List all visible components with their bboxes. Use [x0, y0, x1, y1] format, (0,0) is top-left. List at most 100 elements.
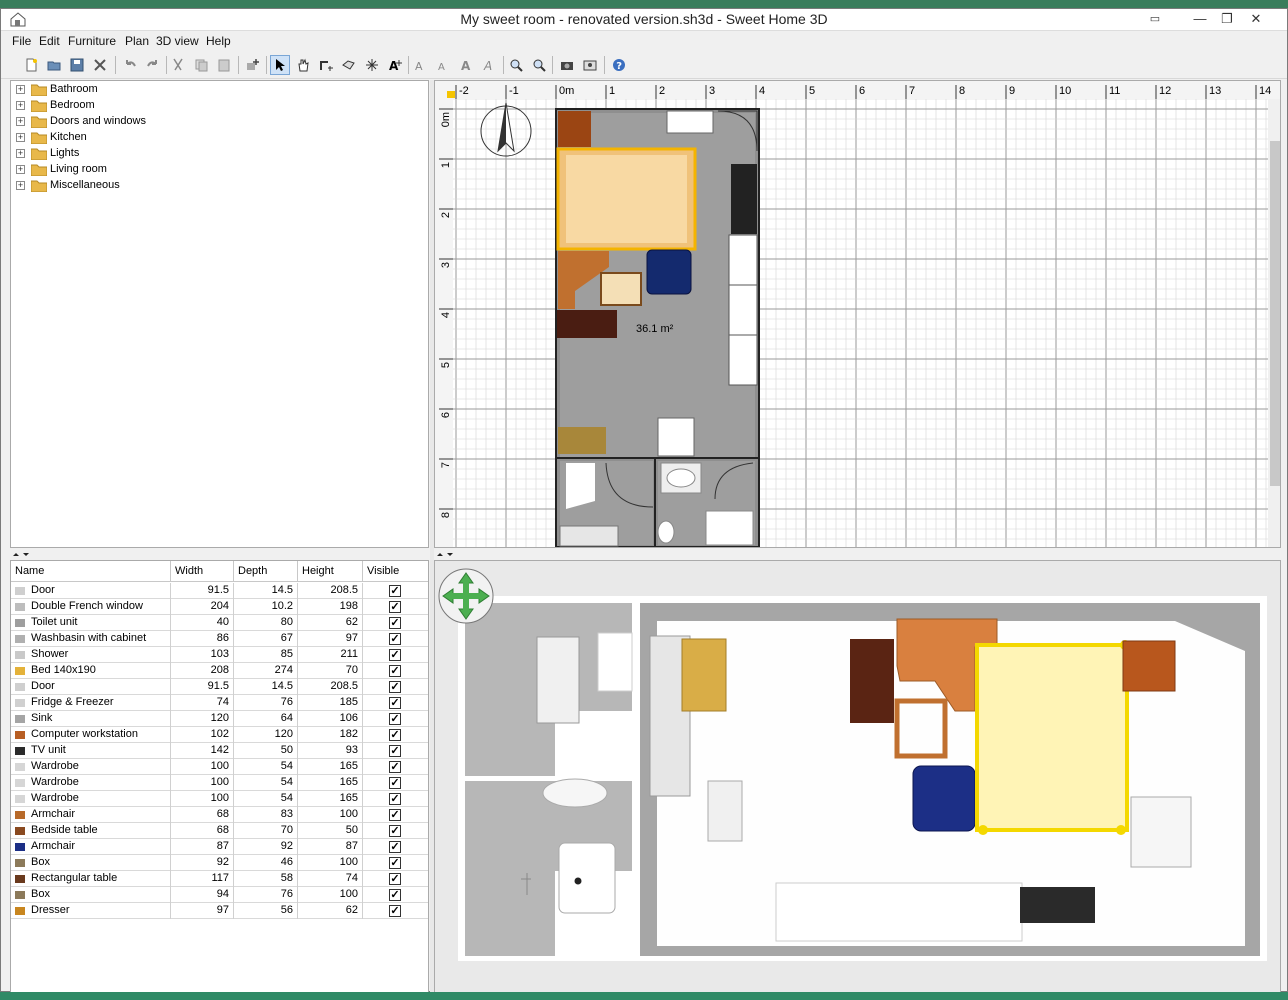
help-button[interactable]: ?: [609, 55, 629, 75]
3d-canvas[interactable]: [435, 561, 1281, 994]
create-video-button[interactable]: [580, 55, 600, 75]
3d-toilet[interactable]: [542, 778, 608, 808]
table-row[interactable]: Door 91.5 14.5 208.5 ✓: [11, 679, 428, 695]
catalog-category-lights[interactable]: + Lights: [11, 146, 428, 162]
plan-wardrobes[interactable]: [728, 234, 758, 386]
catalog-category-bedroom[interactable]: + Bedroom: [11, 98, 428, 114]
visible-checkbox[interactable]: ✓: [389, 793, 401, 805]
add-furniture-button[interactable]: [242, 55, 262, 75]
3d-rectangular-table[interactable]: [850, 639, 894, 723]
menu-plan[interactable]: Plan: [125, 34, 149, 48]
table-row[interactable]: Bed 140x190 208 274 70 ✓: [11, 663, 428, 679]
visible-checkbox[interactable]: ✓: [389, 889, 401, 901]
new-home-button[interactable]: [21, 55, 41, 75]
table-row[interactable]: Wardrobe 100 54 165 ✓: [11, 791, 428, 807]
zoom-in-button[interactable]: [506, 55, 526, 75]
3d-sink-counter[interactable]: [775, 882, 1023, 942]
column-header-name[interactable]: Name: [11, 561, 171, 582]
plan-tv-unit[interactable]: [731, 164, 757, 234]
plan-shower[interactable]: [705, 510, 754, 546]
italic-text-button[interactable]: A: [480, 55, 500, 75]
table-row[interactable]: Door 91.5 14.5 208.5 ✓: [11, 583, 428, 599]
3d-box-yellow[interactable]: [681, 638, 727, 712]
selection-handle-icon[interactable]: [1116, 825, 1126, 835]
catalog-category-doors-and-windows[interactable]: + Doors and windows: [11, 114, 428, 130]
visible-checkbox[interactable]: ✓: [389, 585, 401, 597]
visible-checkbox[interactable]: ✓: [389, 809, 401, 821]
plan-armchair-blue[interactable]: [646, 249, 692, 295]
column-header-visible[interactable]: Visible: [363, 561, 428, 582]
table-row[interactable]: Box 94 76 100 ✓: [11, 887, 428, 903]
create-walls-button[interactable]: [316, 55, 336, 75]
visible-checkbox[interactable]: ✓: [389, 633, 401, 645]
expand-icon[interactable]: +: [16, 117, 25, 126]
column-header-width[interactable]: Width: [171, 561, 234, 582]
visible-checkbox[interactable]: ✓: [389, 617, 401, 629]
catalog-category-bathroom[interactable]: + Bathroom: [11, 82, 428, 98]
table-row[interactable]: Rectangular table 117 58 74 ✓: [11, 871, 428, 887]
visible-checkbox[interactable]: ✓: [389, 745, 401, 757]
plan-dresser[interactable]: [558, 111, 591, 147]
pan-mode-button[interactable]: [293, 55, 313, 75]
create-dimensions-button[interactable]: [362, 55, 382, 75]
expand-icon[interactable]: +: [16, 133, 25, 142]
plan-armchair[interactable]: [600, 272, 642, 306]
menu-furniture[interactable]: Furniture: [68, 34, 116, 48]
expand-icon[interactable]: +: [16, 165, 25, 174]
menu-file[interactable]: File: [12, 34, 31, 48]
3d-washbasin[interactable]: [536, 636, 580, 724]
plan-box-2[interactable]: [558, 427, 606, 454]
plan-view[interactable]: -2 -1 0m 1 2 3 4 5 6 7 8 9 10 11 12 13 14 0m 1 2 3 4 5 6 7 8: [434, 80, 1281, 548]
menu-help[interactable]: Help: [206, 34, 231, 48]
visible-checkbox[interactable]: ✓: [389, 697, 401, 709]
visible-checkbox[interactable]: ✓: [389, 873, 401, 885]
save-button[interactable]: [67, 55, 87, 75]
visible-checkbox[interactable]: ✓: [389, 905, 401, 917]
table-row[interactable]: Wardrobe 100 54 165 ✓: [11, 759, 428, 775]
plan-shower-tray[interactable]: [566, 463, 595, 509]
table-row[interactable]: Double French window 204 10.2 198 ✓: [11, 599, 428, 615]
catalog-category-living-room[interactable]: + Living room: [11, 162, 428, 178]
3d-tv-unit[interactable]: [1020, 887, 1095, 923]
plan-toilet[interactable]: [657, 520, 675, 544]
room-area-label[interactable]: 36.1 m²: [636, 323, 674, 335]
3d-dresser[interactable]: [1122, 640, 1176, 692]
table-row[interactable]: Toilet unit 40 80 62 ✓: [11, 615, 428, 631]
table-row[interactable]: Armchair 87 92 87 ✓: [11, 839, 428, 855]
table-row[interactable]: Box 92 46 100 ✓: [11, 855, 428, 871]
table-row[interactable]: Dresser 97 56 62 ✓: [11, 903, 428, 919]
visible-checkbox[interactable]: ✓: [389, 681, 401, 693]
zoom-out-button[interactable]: [529, 55, 549, 75]
3d-shower[interactable]: [558, 842, 616, 914]
visible-checkbox[interactable]: ✓: [389, 665, 401, 677]
preferences-button[interactable]: [90, 55, 110, 75]
undo-button[interactable]: [120, 55, 140, 75]
maximize-button[interactable]: ❐: [1212, 9, 1242, 31]
visible-checkbox[interactable]: ✓: [389, 713, 401, 725]
plan-rectangular-table[interactable]: [557, 310, 617, 338]
redo-button[interactable]: [143, 55, 163, 75]
catalog-category-miscellaneous[interactable]: + Miscellaneous: [11, 178, 428, 194]
visible-checkbox[interactable]: ✓: [389, 729, 401, 741]
menu-3d-view[interactable]: 3D view: [156, 34, 199, 48]
visible-checkbox[interactable]: ✓: [389, 601, 401, 613]
plan-double-window[interactable]: [559, 525, 619, 547]
plan-canvas[interactable]: -2 -1 0m 1 2 3 4 5 6 7 8 9 10 11 12 13 14 0m12345678: [435, 81, 1281, 548]
open-button[interactable]: [44, 55, 64, 75]
expand-icon[interactable]: +: [16, 85, 25, 94]
plan-fridge[interactable]: [657, 417, 695, 457]
expand-icon[interactable]: +: [16, 149, 25, 158]
3d-wardrobe[interactable]: [1130, 796, 1192, 868]
close-button[interactable]: ✕: [1241, 9, 1271, 31]
bold-text-button[interactable]: A: [457, 55, 477, 75]
table-row[interactable]: Washbasin with cabinet 86 67 97 ✓: [11, 631, 428, 647]
increase-text-button[interactable]: A: [411, 55, 431, 75]
visible-checkbox[interactable]: ✓: [389, 761, 401, 773]
3d-armchair-blue[interactable]: [912, 765, 976, 832]
cut-button[interactable]: [168, 55, 188, 75]
plan-scroll-thumb[interactable]: [1270, 141, 1280, 486]
3d-door[interactable]: [597, 632, 633, 692]
3d-fridge[interactable]: [707, 780, 743, 842]
visible-checkbox[interactable]: ✓: [389, 825, 401, 837]
visible-checkbox[interactable]: ✓: [389, 841, 401, 853]
